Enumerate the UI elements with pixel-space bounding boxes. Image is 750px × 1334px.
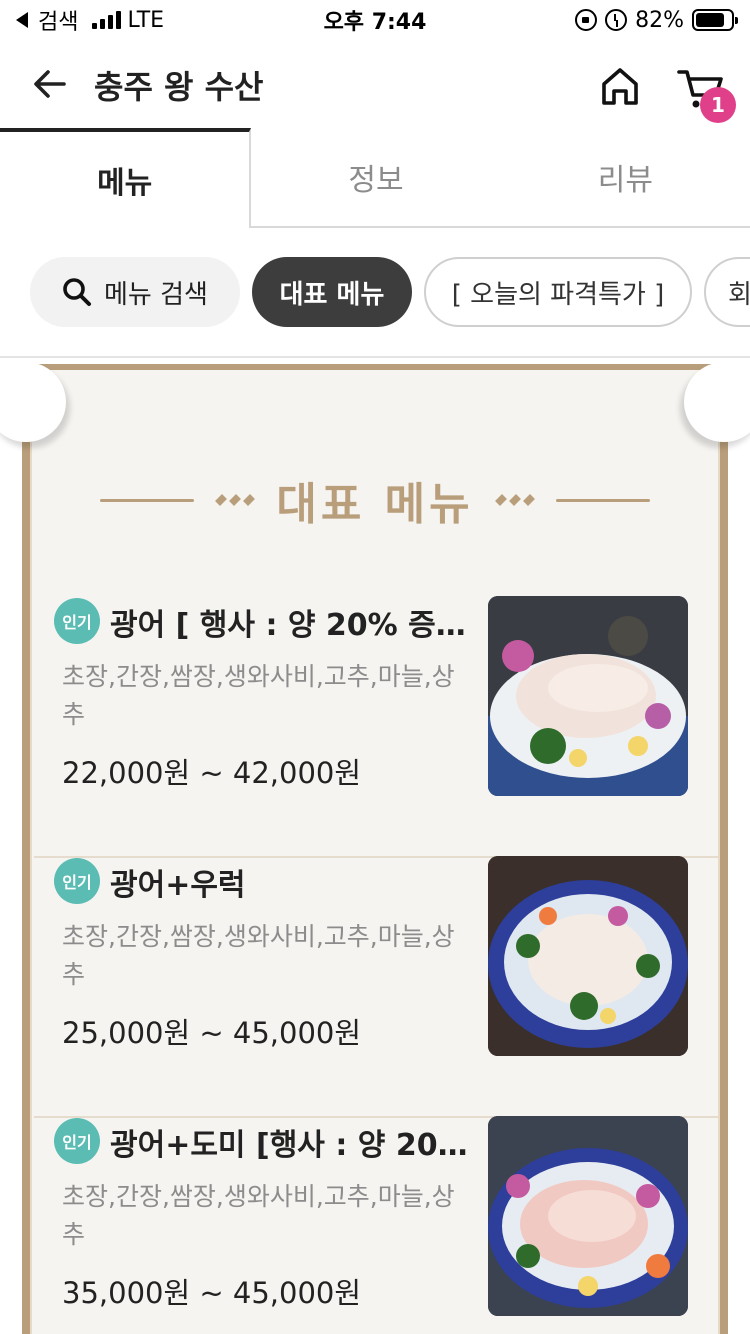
home-icon[interactable] xyxy=(598,64,642,108)
status-bar: 검색 LTE 오후 7:44 82% xyxy=(0,0,750,40)
alarm-icon xyxy=(605,9,628,31)
battery-percent: 82% xyxy=(635,7,684,33)
sashimi-platter-image xyxy=(488,856,688,1056)
tab-menu[interactable]: 메뉴 xyxy=(0,128,252,228)
back-arrow-icon[interactable] xyxy=(30,64,70,104)
page-title: 충주 왕 수산 xyxy=(94,68,264,106)
title-deco-line-right xyxy=(555,498,650,502)
search-icon xyxy=(63,278,92,306)
menu-item[interactable]: 인기 광어+우럭 초장,간장,쌈장,생와사비,고추,마늘,상추 25,000원 … xyxy=(34,856,718,1118)
network-label: LTE xyxy=(127,7,165,33)
popular-badge: 인기 xyxy=(54,598,100,644)
board-title-row: 대표 메뉴 xyxy=(0,470,750,530)
menu-search-button[interactable]: 메뉴 검색 xyxy=(30,257,240,327)
menu-item-description: 초장,간장,쌈장,생와사비,고추,마늘,상추 xyxy=(62,1182,455,1249)
status-left: 검색 LTE xyxy=(16,4,164,36)
menu-item-photo xyxy=(488,856,688,1056)
title-diamonds-right-icon xyxy=(494,493,535,507)
menu-item-name: 광어+우럭 xyxy=(110,868,246,903)
chip-sashimi[interactable]: 회 xyxy=(704,257,750,327)
menu-item-price: 25,000원 ~ 45,000원 xyxy=(62,1016,362,1050)
category-chip-row: 메뉴 검색 대표 메뉴 [ 오늘의 파격특가 ] 회 xyxy=(0,228,750,358)
menu-item-description: 초장,간장,쌈장,생와사비,고추,마늘,상추 xyxy=(62,922,455,989)
menu-item-photo xyxy=(488,596,688,796)
status-right: 82% xyxy=(575,7,738,33)
menu-item-name: 광어+도미 [행사 : 양 20… xyxy=(110,1128,468,1163)
cart-count-badge: 1 xyxy=(700,87,736,123)
sashimi-platter-image xyxy=(488,596,688,796)
battery-icon xyxy=(692,9,738,31)
tab-reviews[interactable]: 리뷰 xyxy=(501,128,750,226)
title-diamonds-left-icon xyxy=(215,493,256,507)
sashimi-platter-image xyxy=(488,1116,688,1316)
paper-corner-left xyxy=(0,362,66,442)
back-to-app-icon[interactable] xyxy=(16,12,28,28)
menu-item[interactable]: 인기 광어 [ 행사 : 양 20% 증가 ] 초장,간장,쌈장,생와사비,고추… xyxy=(34,596,718,858)
app-header: 충주 왕 수산 1 xyxy=(0,40,750,128)
menu-board: 대표 메뉴 인기 광어 [ 행사 : 양 20% 증가 ] 초장,간장,쌈장,생… xyxy=(0,360,750,1334)
popular-badge: 인기 xyxy=(54,1118,100,1164)
menu-item-photo xyxy=(488,1116,688,1316)
menu-search-label: 메뉴 검색 xyxy=(104,279,208,310)
paper-corner-right xyxy=(684,362,750,442)
menu-item-name: 광어 [ 행사 : 양 20% 증가 ] xyxy=(110,608,470,643)
signal-icon xyxy=(92,11,122,29)
menu-item-description: 초장,간장,쌈장,생와사비,고추,마늘,상추 xyxy=(62,662,455,729)
menu-item[interactable]: 인기 광어+도미 [행사 : 양 20… 초장,간장,쌈장,생와사비,고추,마늘… xyxy=(34,1116,718,1334)
title-deco-line-left xyxy=(100,498,195,502)
chip-today-special[interactable]: [ 오늘의 파격특가 ] xyxy=(424,257,692,327)
rotation-lock-icon xyxy=(575,9,598,31)
menu-item-price: 22,000원 ~ 42,000원 xyxy=(62,756,362,790)
chip-signature-menu[interactable]: 대표 메뉴 xyxy=(252,257,412,327)
tab-bar: 메뉴 정보 리뷰 xyxy=(0,128,750,228)
tab-info[interactable]: 정보 xyxy=(251,128,500,226)
menu-item-price: 35,000원 ~ 45,000원 xyxy=(62,1276,362,1310)
board-title: 대표 메뉴 xyxy=(276,479,474,530)
back-app-label[interactable]: 검색 xyxy=(38,4,78,36)
popular-badge: 인기 xyxy=(54,858,100,904)
